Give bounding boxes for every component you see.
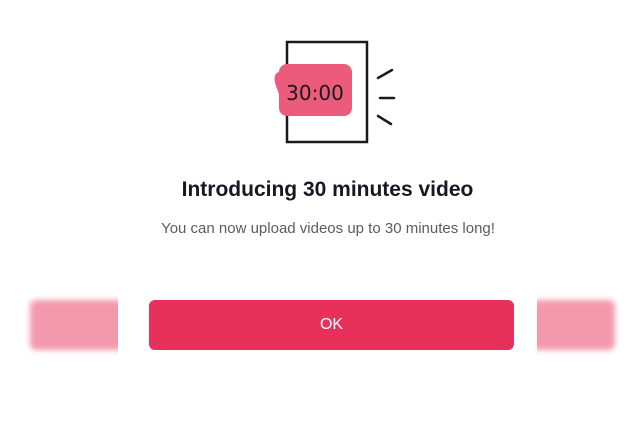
- timer-text: 30:00: [286, 81, 344, 105]
- ok-button[interactable]: OK: [149, 300, 514, 350]
- dialog-description: You can now upload videos up to 30 minut…: [161, 220, 495, 237]
- timer-screen-icon: 30:00: [274, 40, 396, 144]
- announcement-dialog: 30:00 Introducing 30 minutes video You c…: [118, 0, 537, 440]
- dialog-title: Introducing 30 minutes video: [181, 178, 474, 201]
